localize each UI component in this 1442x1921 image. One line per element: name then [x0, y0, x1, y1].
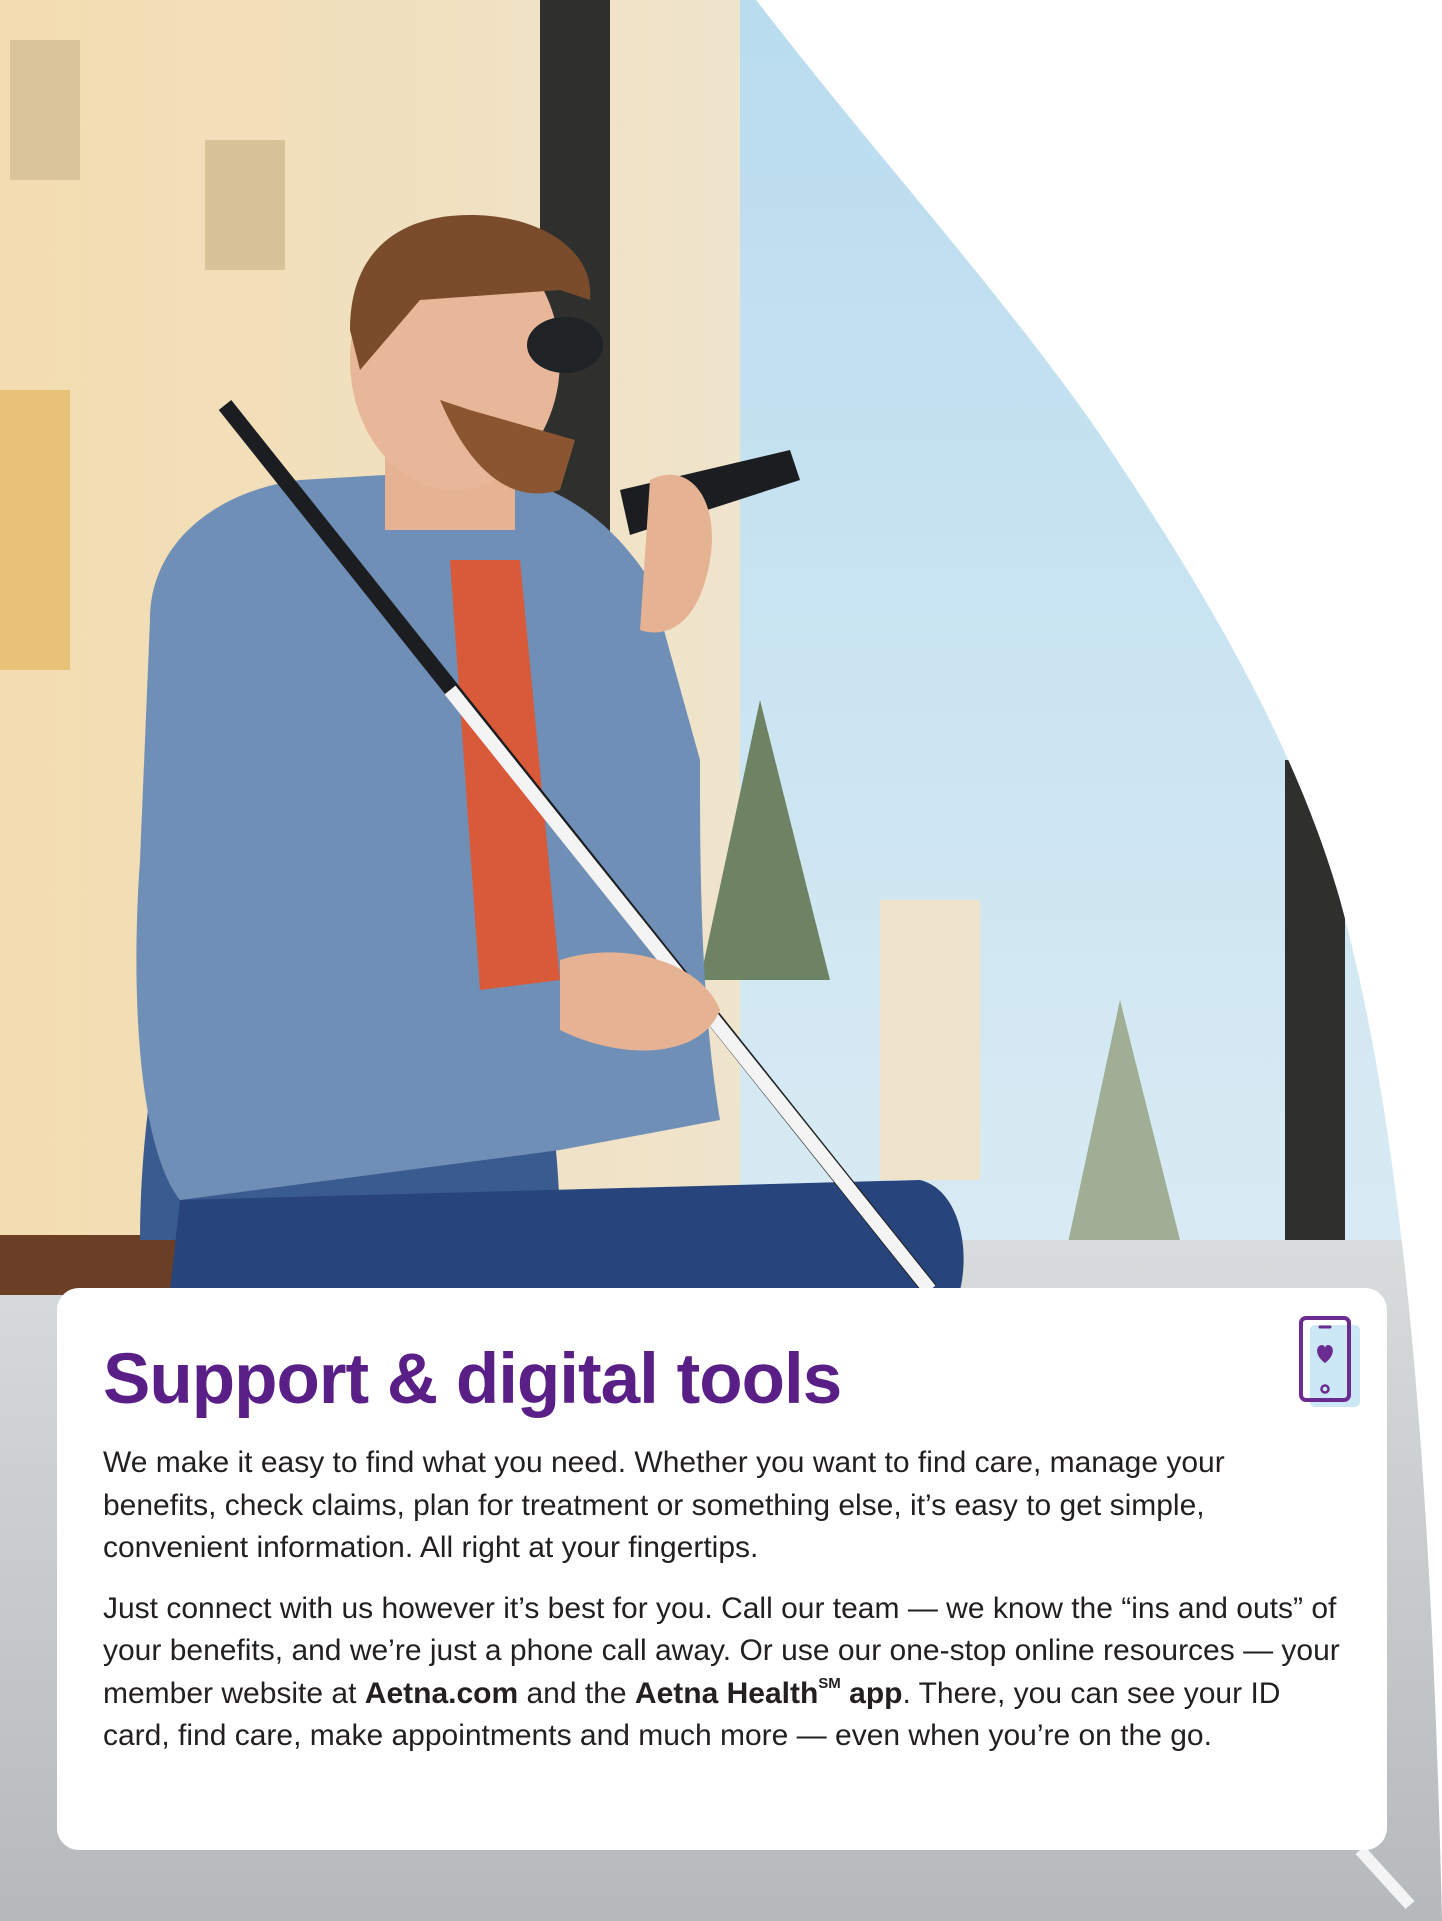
app-name-text: Aetna Health — [634, 1676, 819, 1710]
intro-paragraph: We make it easy to find what you need. W… — [103, 1446, 1225, 1564]
phone-heart-icon — [1299, 1316, 1360, 1407]
section-heading: Support & digital tools — [103, 1340, 842, 1419]
connect-paragraph: Just connect with us however it’s best f… — [103, 1588, 1343, 1758]
app-word: app — [840, 1676, 903, 1710]
website-link[interactable]: Aetna.com — [365, 1677, 518, 1710]
app-name: Aetna HealthSM app — [634, 1674, 903, 1710]
support-card: Support & digital tools We make it easy … — [57, 1288, 1387, 1850]
service-mark: SM — [818, 1674, 841, 1692]
connect-text-part-2: and the — [518, 1676, 635, 1710]
